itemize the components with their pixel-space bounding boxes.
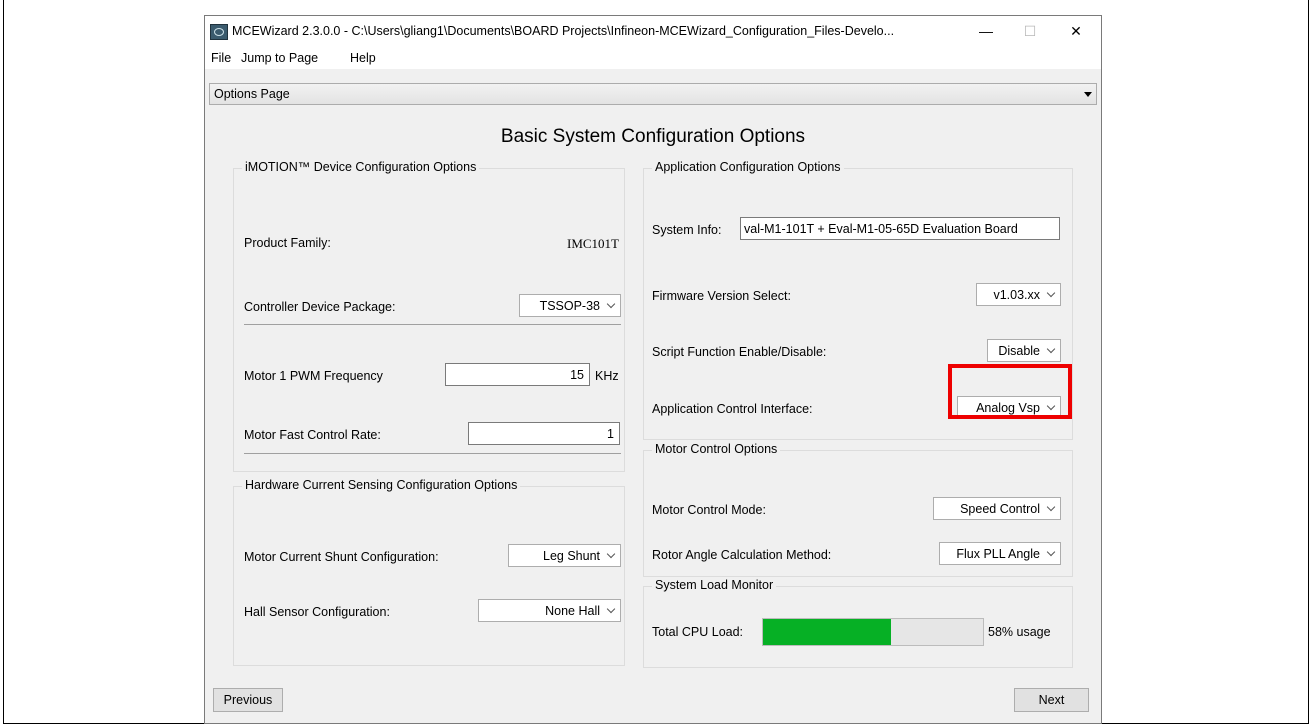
separator bbox=[244, 324, 621, 325]
controller-package-label: Controller Device Package: bbox=[244, 300, 396, 314]
page-selector-value: Options Page bbox=[214, 87, 290, 101]
shunt-config-label: Motor Current Shunt Configuration: bbox=[244, 550, 439, 564]
firmware-version-select[interactable]: v1.03.xx bbox=[976, 283, 1061, 306]
close-button[interactable]: ✕ bbox=[1061, 20, 1091, 42]
fast-control-rate-input[interactable]: 1 bbox=[468, 422, 620, 445]
script-function-select[interactable]: Disable bbox=[987, 339, 1061, 362]
hardware-sensing-title: Hardware Current Sensing Configuration O… bbox=[242, 478, 521, 492]
controller-package-select[interactable]: TSSOP-38 bbox=[519, 294, 621, 317]
rotor-angle-label: Rotor Angle Calculation Method: bbox=[652, 548, 832, 562]
pwm-frequency-unit: KHz bbox=[595, 369, 619, 383]
pwm-frequency-label: Motor 1 PWM Frequency bbox=[244, 369, 383, 383]
chevron-down-icon bbox=[1046, 502, 1056, 512]
motor-control-mode-value: Speed Control bbox=[960, 502, 1040, 516]
rotor-angle-value: Flux PLL Angle bbox=[956, 547, 1040, 561]
mcewizard-window: MCEWizard 2.3.0.0 - C:\Users\gliang1\Doc… bbox=[204, 15, 1102, 724]
system-load-title: System Load Monitor bbox=[652, 578, 777, 592]
app-icon bbox=[210, 24, 228, 40]
shunt-config-select[interactable]: Leg Shunt bbox=[508, 544, 621, 567]
minimize-button[interactable]: — bbox=[971, 20, 1001, 42]
dropdown-arrow-icon[interactable] bbox=[1084, 92, 1092, 97]
device-config-group: iMOTION™ Device Configuration Options Pr… bbox=[233, 160, 625, 472]
page-heading: Basic System Configuration Options bbox=[500, 126, 806, 147]
chevron-down-icon bbox=[1046, 288, 1056, 298]
hall-sensor-label: Hall Sensor Configuration: bbox=[244, 605, 390, 619]
product-family-label: Product Family: bbox=[244, 236, 331, 250]
system-load-group: System Load Monitor Total CPU Load: 58% … bbox=[643, 578, 1073, 668]
hardware-sensing-group: Hardware Current Sensing Configuration O… bbox=[233, 478, 625, 666]
motor-control-mode-select[interactable]: Speed Control bbox=[933, 497, 1061, 520]
rotor-angle-select[interactable]: Flux PLL Angle bbox=[939, 542, 1061, 565]
cpu-load-text: 58% usage bbox=[988, 625, 1051, 639]
product-family-value: IMC101T bbox=[567, 236, 619, 251]
next-button[interactable]: Next bbox=[1014, 688, 1089, 712]
motor-control-title: Motor Control Options bbox=[652, 442, 781, 456]
menu-help[interactable]: Help bbox=[350, 51, 376, 65]
firmware-version-value: v1.03.xx bbox=[993, 288, 1040, 302]
control-interface-label: Application Control Interface: bbox=[652, 402, 813, 416]
cpu-load-bar bbox=[762, 618, 984, 646]
motor-control-group: Motor Control Options Motor Control Mode… bbox=[643, 442, 1073, 577]
previous-button[interactable]: Previous bbox=[213, 688, 283, 712]
separator bbox=[244, 453, 621, 454]
application-config-title: Application Configuration Options bbox=[652, 160, 844, 174]
menu-bar: File Jump to Page Help bbox=[205, 47, 1101, 69]
hall-sensor-value: None Hall bbox=[545, 604, 600, 618]
highlight-box bbox=[948, 364, 1072, 419]
fast-control-rate-value: 1 bbox=[607, 427, 614, 441]
hall-sensor-select[interactable]: None Hall bbox=[478, 599, 621, 622]
chevron-down-icon bbox=[1046, 547, 1056, 557]
system-info-value: val-M1-101T + Eval-M1-05-65D Evaluation … bbox=[744, 222, 1018, 236]
motor-control-mode-label: Motor Control Mode: bbox=[652, 503, 766, 517]
firmware-version-label: Firmware Version Select: bbox=[652, 289, 791, 303]
title-bar[interactable]: MCEWizard 2.3.0.0 - C:\Users\gliang1\Doc… bbox=[205, 16, 1101, 47]
device-config-title: iMOTION™ Device Configuration Options bbox=[242, 160, 480, 174]
menu-jump-to-page[interactable]: Jump to Page bbox=[241, 51, 318, 65]
cpu-load-label: Total CPU Load: bbox=[652, 625, 744, 639]
window-title: MCEWizard 2.3.0.0 - C:\Users\gliang1\Doc… bbox=[232, 24, 895, 38]
script-function-value: Disable bbox=[998, 344, 1040, 358]
system-info-input[interactable]: val-M1-101T + Eval-M1-05-65D Evaluation … bbox=[740, 217, 1060, 240]
script-function-label: Script Function Enable/Disable: bbox=[652, 345, 827, 359]
chevron-down-icon bbox=[606, 299, 616, 309]
chevron-down-icon bbox=[606, 549, 616, 559]
controller-package-value: TSSOP-38 bbox=[539, 299, 600, 313]
page-selector[interactable]: Options Page bbox=[209, 83, 1097, 105]
pwm-frequency-input[interactable]: 15 bbox=[445, 363, 590, 386]
pwm-frequency-value: 15 bbox=[570, 368, 584, 382]
system-info-label: System Info: bbox=[652, 223, 722, 237]
chevron-down-icon bbox=[1046, 344, 1056, 354]
shunt-config-value: Leg Shunt bbox=[543, 549, 600, 563]
menu-file[interactable]: File bbox=[211, 51, 231, 65]
fast-control-rate-label: Motor Fast Control Rate: bbox=[244, 428, 381, 442]
cpu-load-fill bbox=[763, 619, 891, 645]
maximize-button[interactable]: ☐ bbox=[1015, 20, 1045, 42]
chevron-down-icon bbox=[606, 604, 616, 614]
